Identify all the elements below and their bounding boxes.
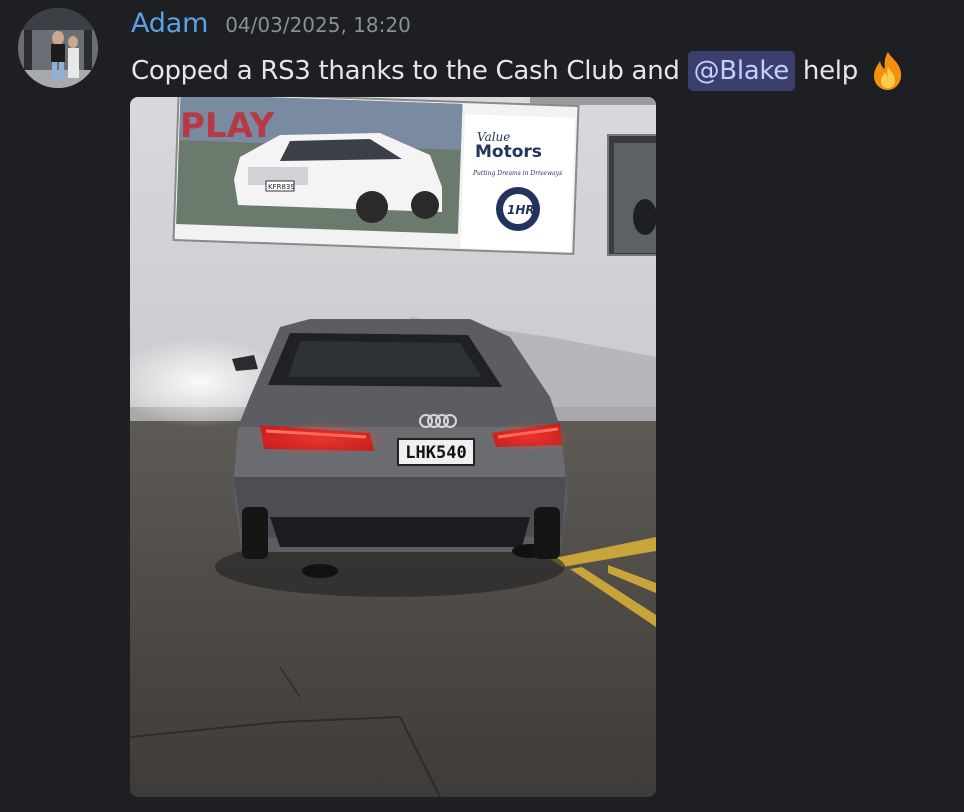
fire-emoji-icon[interactable]	[866, 49, 910, 93]
avatar[interactable]	[18, 8, 98, 88]
username[interactable]: Adam	[131, 8, 208, 39]
message-header: Adam 04/03/2025, 18:20	[131, 8, 411, 44]
billboard: PLAY KFR839 Value Motors Putting Dreams …	[172, 97, 580, 255]
timestamp[interactable]: 04/03/2025, 18:20	[225, 13, 411, 37]
message-text-end: help	[802, 56, 858, 86]
message-text-start: Copped a RS3 thanks to the Cash Club and	[131, 56, 680, 86]
user-mention[interactable]: @Blake	[687, 51, 795, 91]
billboard-partial-text: PLAY	[180, 106, 275, 146]
billboard-small-plate: KFR839	[268, 183, 295, 191]
attachment-photo: PLAY KFR839 Value Motors Putting Dreams …	[130, 97, 656, 797]
billboard-slogan: Putting Dreams in Driveways	[472, 170, 562, 177]
billboard-brand: Motors	[475, 142, 542, 162]
message-content: Copped a RS3 thanks to the Cash Club and…	[131, 50, 910, 92]
license-plate: LHK540	[405, 443, 466, 463]
chat-message: Adam 04/03/2025, 18:20 Copped a RS3 than…	[0, 0, 964, 812]
billboard-badge: 1HR	[507, 203, 535, 217]
car: LHK540	[232, 319, 575, 578]
image-attachment[interactable]: PLAY KFR839 Value Motors Putting Dreams …	[130, 97, 656, 797]
